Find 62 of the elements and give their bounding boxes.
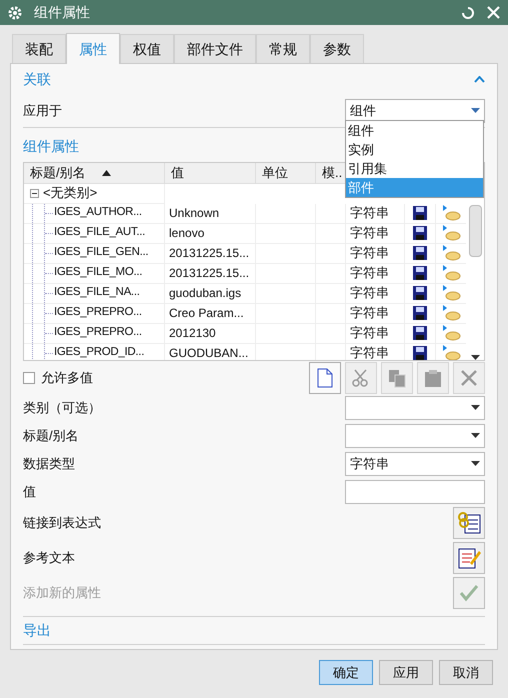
table-row[interactable]: IGES_PREPRO... 2012130 字符串 — [24, 324, 466, 344]
table-row[interactable]: IGES_FILE_AUT... lenovo 字符串 — [24, 224, 466, 244]
table-cell-text: IGES_PREPRO... — [54, 325, 142, 340]
section-title: 导出 — [23, 621, 51, 640]
field-label: 应用于 — [23, 102, 62, 120]
table-cell-text: 字符串 — [350, 244, 389, 262]
field-label: 数据类型 — [23, 454, 75, 473]
section-title: 关联 — [23, 70, 51, 88]
table-cell-text: lenovo — [169, 225, 204, 242]
dialog-button[interactable]: 应用 — [379, 660, 433, 685]
table-cell-text: guoduban.igs — [169, 285, 242, 302]
table-cell-text: 20131225.15... — [169, 245, 250, 262]
table-cell-text: 字符串 — [350, 324, 389, 342]
window-title: 组件属性 — [34, 3, 90, 22]
table-cell-text: 字符串 — [350, 344, 389, 360]
table-cell-text: Creo Param... — [169, 305, 244, 322]
table-cell-text: IGES_FILE_NA... — [54, 285, 140, 300]
dropdown-option[interactable]: 引用集 — [346, 159, 483, 178]
dropdown-option[interactable]: 实例 — [346, 140, 483, 159]
dropdown-field[interactable]: 字符串 — [345, 452, 485, 476]
table-cell-text: 20131225.15... — [169, 265, 250, 282]
table-cell-text: 字符串 — [350, 264, 389, 282]
field-label: 值 — [23, 482, 36, 501]
checkbox-label: 允许多值 — [41, 369, 93, 388]
table-cell-text: IGES_FILE_GEN... — [54, 245, 148, 260]
field-label: 添加新的属性 — [23, 584, 101, 602]
table-cell-text: IGES_AUTHOR... — [54, 205, 142, 220]
dropdown-option[interactable]: 组件 — [346, 121, 483, 140]
apply-to-dropdown[interactable]: 组件 — [345, 98, 485, 122]
tab[interactable]: 常规 — [256, 34, 310, 63]
table-row[interactable]: IGES_FILE_MO... 20131225.15... 字符串 — [24, 264, 466, 284]
table-row[interactable]: IGES_PREPRO... Creo Param... 字符串 — [24, 304, 466, 324]
column-header[interactable]: 值 — [165, 163, 256, 182]
tab[interactable]: 装配 — [12, 34, 66, 63]
table-row[interactable]: IGES_AUTHOR... Unknown 字符串 — [24, 204, 466, 224]
table-cell-text: Unknown — [169, 205, 220, 222]
table-cell-text: 字符串 — [350, 284, 389, 302]
field-label: 链接到表达式 — [23, 514, 101, 532]
table-cell-text: 2012130 — [169, 325, 216, 342]
section-title: 组件属性 — [23, 136, 79, 156]
dialog-button[interactable]: 取消 — [439, 660, 493, 685]
tab[interactable]: 权值 — [120, 34, 174, 63]
tab[interactable]: 属性 — [66, 33, 120, 64]
table-cell-text: IGES_FILE_MO... — [54, 265, 142, 280]
tab[interactable]: 参数 — [310, 34, 364, 63]
dialog-button[interactable]: 确定 — [319, 660, 373, 685]
field-label: 标题/别名 — [23, 426, 79, 445]
table-row[interactable]: IGES_FILE_NA... guoduban.igs 字符串 — [24, 284, 466, 304]
field-label: 参考文本 — [23, 548, 75, 567]
column-header[interactable]: 标题/别名 — [24, 163, 165, 182]
tab[interactable]: 部件文件 — [174, 34, 256, 63]
table-row[interactable]: IGES_FILE_GEN... 20131225.15... 字符串 — [24, 244, 466, 264]
table-cell-text: IGES_PREPRO... — [54, 305, 142, 320]
table-cell-text: 字符串 — [350, 204, 389, 222]
table-cell-text: GUODUBAN... — [169, 345, 248, 360]
column-header[interactable]: 单位 — [256, 163, 316, 182]
field-label: 类别（可选） — [23, 398, 101, 417]
table-cell-text: 字符串 — [350, 224, 389, 242]
table-cell-text: IGES_FILE_AUT... — [54, 225, 146, 240]
table-cell-text: 字符串 — [350, 304, 389, 322]
group-label: <无类别> — [43, 184, 98, 202]
table-cell-text: IGES_PROD_ID... — [54, 345, 144, 360]
